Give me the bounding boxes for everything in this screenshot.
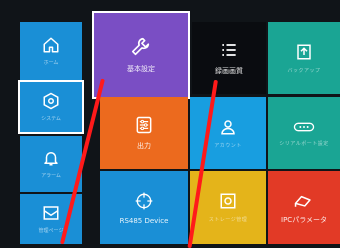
tile-label: IPCパラメータ [281,215,327,224]
serial-port-icon [293,122,315,131]
sliders-icon [136,116,152,134]
gear-icon [43,92,59,110]
sidebar-item-label: システム [41,116,61,122]
tile-label: 基本設定 [127,65,155,73]
crosshair-icon [135,192,153,209]
tile-label: シリアルポート設定 [279,140,329,147]
upload-box-icon [297,44,311,59]
sidebar-item-label: 管理ページ [38,228,64,234]
wrench-icon [131,37,150,56]
sidebar-item-label: ホーム [43,60,59,66]
tile-label: ストレージ管理 [208,217,248,223]
sidebar-item-system[interactable]: システム [18,80,84,134]
home-icon [43,37,59,53]
sidebar-item-home[interactable]: ホーム [20,22,82,80]
tile-label: RS485 Device [119,216,169,225]
camera-icon [294,195,311,207]
tile-label: 出力 [137,142,151,150]
sidebar-item-label: アラーム [41,173,61,179]
tile-label: バックアップ [287,67,321,74]
sidebar-item-alarm[interactable]: アラーム [20,136,82,192]
list-icon [222,44,236,56]
inbox-icon [43,206,59,220]
tile-basic-settings[interactable]: 基本設定 [92,11,190,99]
tile-label: アカウント [214,142,242,149]
tile-rs485-device[interactable]: RS485 Device [100,171,188,244]
tile-ipc-params[interactable]: IPCパラメータ [268,171,340,244]
disk-icon [220,193,236,209]
tile-record-quality[interactable]: 録画画質 [192,22,266,94]
tile-label: 録画画質 [215,67,243,75]
user-icon [221,119,235,134]
tile-output[interactable]: 出力 [100,97,188,169]
tile-serial-port[interactable]: シリアルポート設定 [268,97,340,169]
bell-icon [44,152,58,166]
tile-backup[interactable]: バックアップ [268,22,340,94]
